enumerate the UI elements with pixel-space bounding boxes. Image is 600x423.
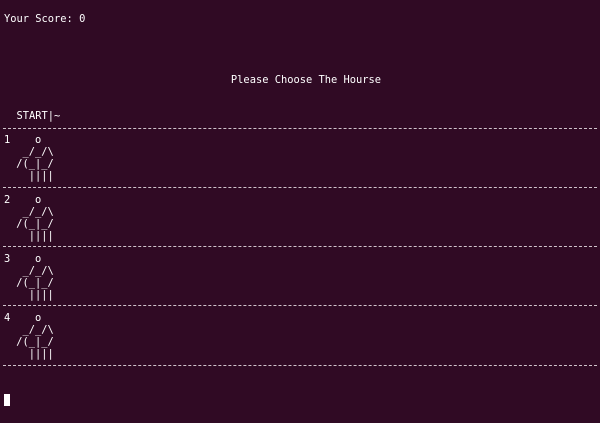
horse-ascii-art: o _/_/\ /(_|_/ ||||	[16, 134, 54, 182]
horse-lane-1[interactable]: 1 o _/_/\ /(_|_/ ||||	[4, 134, 594, 190]
track-divider	[3, 187, 597, 188]
track-divider	[3, 128, 597, 129]
track-divider	[3, 246, 597, 247]
horse-lane-3[interactable]: 3 o _/_/\ /(_|_/ ||||	[4, 253, 594, 309]
horse-lane-2[interactable]: 2 o _/_/\ /(_|_/ ||||	[4, 194, 594, 250]
horse-ascii-art: o _/_/\ /(_|_/ ||||	[16, 312, 54, 360]
horse-ascii-art: o _/_/\ /(_|_/ ||||	[16, 253, 54, 301]
text-cursor	[4, 394, 10, 406]
horse-choice-prompt: Please Choose The Hourse	[230, 74, 382, 86]
horse-lane-4[interactable]: 4 o _/_/\ /(_|_/ ||||	[4, 312, 594, 368]
track-divider	[3, 365, 597, 366]
terminal-window[interactable]: Your Score: 0 Please Choose The Hourse S…	[0, 0, 600, 423]
horse-ascii-art: o _/_/\ /(_|_/ ||||	[16, 194, 54, 242]
start-marker: START|~	[4, 110, 61, 122]
score-display: Your Score: 0	[4, 13, 86, 25]
track-divider	[3, 305, 597, 306]
